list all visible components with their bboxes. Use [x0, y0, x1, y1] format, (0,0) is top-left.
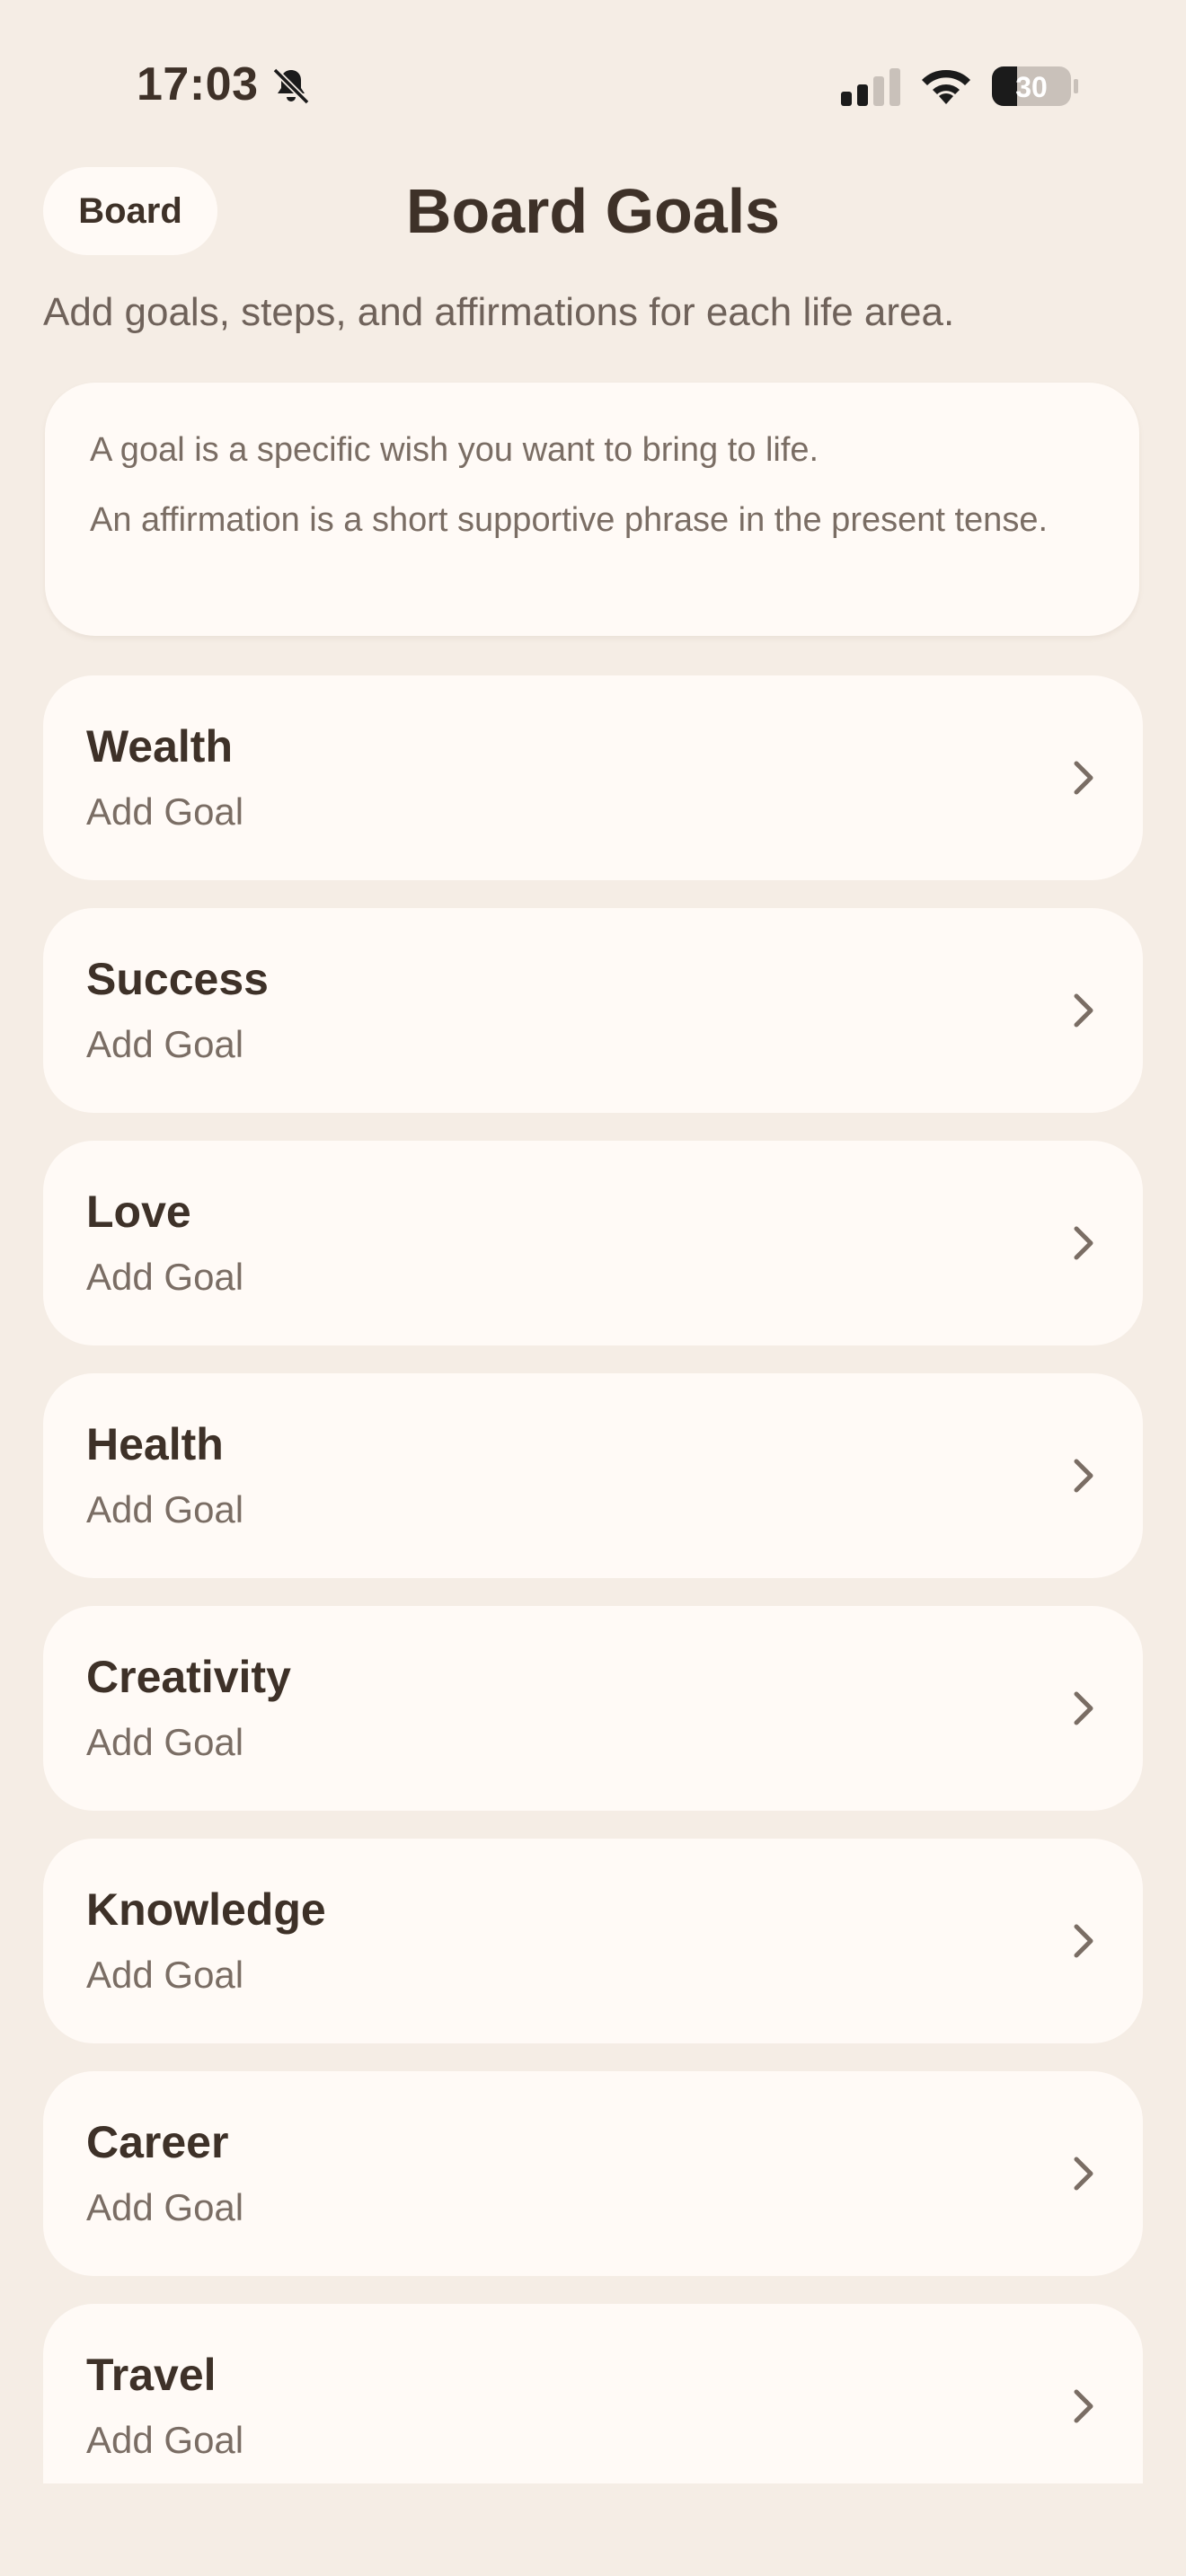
add-goal-label: Add Goal	[86, 1023, 244, 1065]
status-time: 17:03	[137, 58, 259, 110]
category-name: Creativity	[86, 1652, 291, 1702]
category-love[interactable]: Love Add Goal	[43, 1141, 1143, 1345]
category-name: Love	[86, 1187, 191, 1237]
add-goal-label: Add Goal	[86, 1721, 244, 1763]
chevron-right-icon	[1074, 1459, 1093, 1493]
page-subtitle: Add goals, steps, and affirmations for e…	[43, 290, 955, 334]
category-travel[interactable]: Travel Add Goal	[43, 2304, 1143, 2483]
category-name: Travel	[86, 2350, 217, 2400]
goal-definition: A goal is a specific wish you want to br…	[90, 431, 819, 469]
bell-slash-icon	[272, 67, 310, 105]
category-name: Career	[86, 2117, 229, 2167]
category-success[interactable]: Success Add Goal	[43, 908, 1143, 1113]
category-health[interactable]: Health Add Goal	[43, 1373, 1143, 1578]
status-bar: 17:03 30	[0, 0, 1186, 171]
wifi-icon	[922, 69, 970, 104]
add-goal-label: Add Goal	[86, 1954, 244, 1996]
category-knowledge[interactable]: Knowledge Add Goal	[43, 1839, 1143, 2043]
affirmation-definition: An affirmation is a short supportive phr…	[90, 501, 1049, 539]
info-card: A goal is a specific wish you want to br…	[45, 383, 1139, 636]
add-goal-label: Add Goal	[86, 1256, 244, 1298]
page-title: Board Goals	[405, 176, 781, 246]
chevron-right-icon	[1074, 761, 1093, 795]
battery-level: 30	[1015, 71, 1048, 103]
category-creativity[interactable]: Creativity Add Goal	[43, 1606, 1143, 1811]
add-goal-label: Add Goal	[86, 1488, 244, 1531]
category-career[interactable]: Career Add Goal	[43, 2071, 1143, 2276]
add-goal-label: Add Goal	[86, 2419, 244, 2461]
category-name: Knowledge	[86, 1884, 326, 1935]
add-goal-label: Add Goal	[86, 790, 244, 833]
chevron-right-icon	[1074, 2389, 1093, 2423]
battery-icon: 30	[992, 66, 1078, 106]
chevron-right-icon	[1074, 1924, 1093, 1958]
cellular-signal-icon	[841, 68, 900, 106]
category-list: Wealth Add Goal Success Add Goal Love Ad…	[43, 675, 1143, 2511]
chevron-right-icon	[1074, 993, 1093, 1028]
category-name: Wealth	[86, 721, 233, 772]
category-wealth[interactable]: Wealth Add Goal	[43, 675, 1143, 880]
category-name: Success	[86, 954, 269, 1004]
chevron-right-icon	[1074, 1691, 1093, 1725]
chevron-right-icon	[1074, 2157, 1093, 2191]
category-name: Health	[86, 1419, 224, 1469]
add-goal-label: Add Goal	[86, 2186, 244, 2228]
chevron-right-icon	[1074, 1226, 1093, 1260]
